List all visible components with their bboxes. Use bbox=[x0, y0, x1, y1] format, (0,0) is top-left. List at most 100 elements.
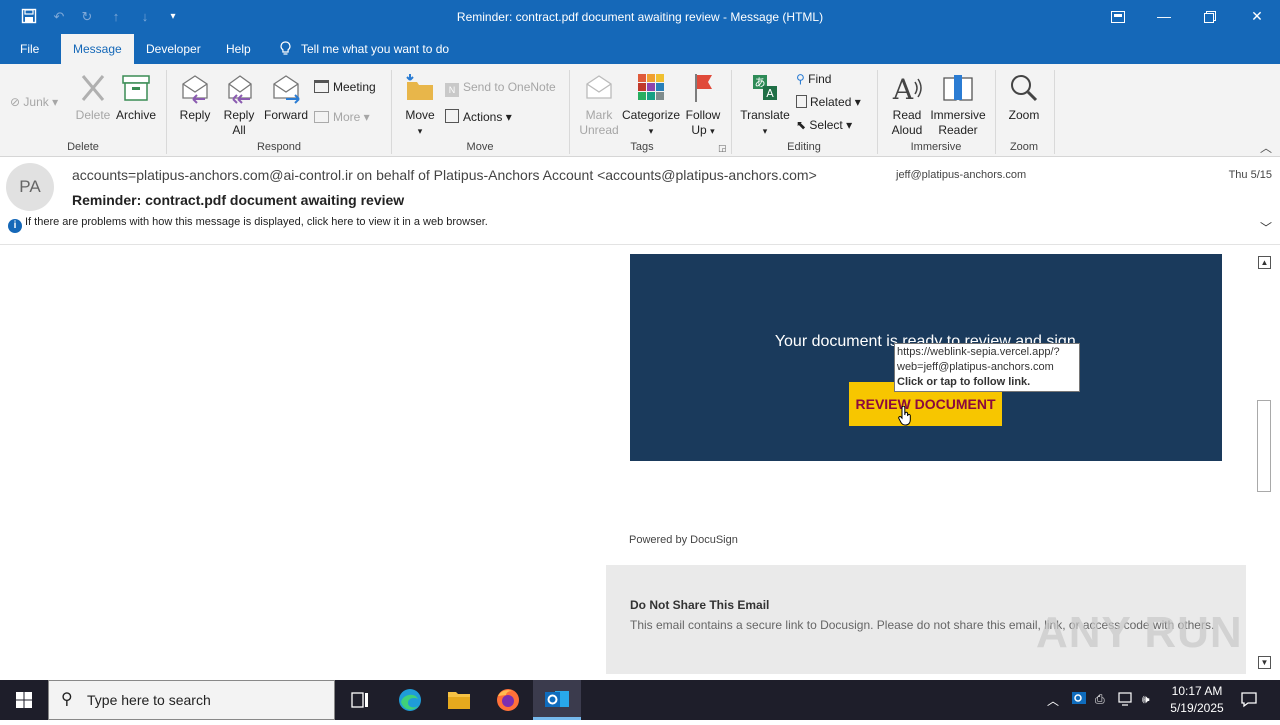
meeting-button[interactable]: Meeting bbox=[314, 79, 376, 95]
search-icon: ⚲ bbox=[61, 691, 73, 708]
tell-me-label: Tell me what you want to do bbox=[301, 42, 450, 56]
junk-button[interactable]: ⊘ Junk ▾ bbox=[10, 94, 58, 110]
zoom-label: Zoom bbox=[1008, 108, 1040, 122]
ribbon-display-options-icon[interactable] bbox=[1095, 0, 1141, 34]
separator bbox=[166, 70, 167, 154]
tags-dialog-launcher-icon[interactable]: ◲ bbox=[718, 140, 727, 156]
categorize-label: Categorize bbox=[622, 108, 681, 122]
mark-unread-label-1: Mark bbox=[585, 108, 613, 122]
read-aloud-label-1: Read bbox=[892, 108, 922, 122]
expand-header-icon[interactable]: ﹀ bbox=[1260, 219, 1272, 236]
tab-message[interactable]: Message bbox=[61, 34, 134, 64]
tooltip-hint: Click or tap to follow link. bbox=[897, 376, 1031, 388]
show-hidden-icons[interactable]: ︿ bbox=[1047, 692, 1059, 709]
immersive-reader-button[interactable]: Immersive Reader bbox=[928, 72, 988, 138]
info-bar-text: If there are problems with how this mess… bbox=[25, 216, 488, 228]
categorize-icon bbox=[638, 74, 664, 100]
archive-button[interactable]: Archive bbox=[114, 72, 158, 123]
immersive-reader-label-2: Reader bbox=[938, 123, 978, 137]
delete-group-label: Delete bbox=[67, 141, 99, 153]
file-explorer-icon[interactable] bbox=[435, 680, 483, 720]
related-button[interactable]: Related ▾ bbox=[796, 94, 861, 110]
separator bbox=[569, 70, 570, 154]
select-label: Select bbox=[809, 118, 843, 132]
categorize-button[interactable]: Categorize ▾ bbox=[622, 72, 680, 139]
zoom-icon bbox=[1011, 75, 1038, 102]
ribbon-tabs: File Message Developer Help Tell me what… bbox=[0, 34, 1280, 64]
forward-label: Forward bbox=[263, 108, 308, 122]
separator bbox=[995, 70, 996, 154]
junk-icon: ⊘ bbox=[10, 95, 21, 109]
reply-all-button[interactable]: Reply All bbox=[219, 72, 259, 138]
avatar[interactable]: PA bbox=[6, 163, 54, 211]
editing-group-label: Editing bbox=[787, 141, 821, 153]
scrollbar-thumb[interactable] bbox=[1257, 400, 1271, 492]
read-aloud-label-2: Aloud bbox=[891, 123, 923, 137]
select-button[interactable]: ⬉ Select ▾ bbox=[796, 117, 852, 133]
reply-icon bbox=[182, 75, 208, 104]
immersive-reader-icon bbox=[943, 75, 973, 101]
outlook-tray-icon[interactable] bbox=[1071, 690, 1087, 709]
more-respond-button[interactable]: More ▾ bbox=[314, 109, 370, 125]
info-icon: i bbox=[8, 219, 22, 233]
info-bar[interactable]: i If there are problems with how this mes… bbox=[8, 216, 488, 233]
scroll-up-icon[interactable]: ▲ bbox=[1258, 256, 1271, 269]
clock[interactable]: 10:17 AM 5/19/2025 bbox=[1160, 683, 1234, 717]
task-view-icon[interactable] bbox=[336, 680, 384, 720]
close-button[interactable]: ✕ bbox=[1234, 0, 1280, 34]
clock-date: 5/19/2025 bbox=[1170, 701, 1224, 715]
notifications-icon[interactable] bbox=[1240, 690, 1258, 711]
collapse-ribbon-icon[interactable]: ︿ bbox=[1260, 140, 1272, 156]
reply-all-icon bbox=[228, 75, 252, 104]
recipient[interactable]: jeff@platipus-anchors.com bbox=[896, 169, 1026, 181]
separator bbox=[391, 70, 392, 154]
tab-developer[interactable]: Developer bbox=[134, 34, 213, 64]
device-icon[interactable]: ⎙ bbox=[1095, 692, 1105, 707]
restore-button[interactable] bbox=[1187, 0, 1233, 34]
svg-text:A: A bbox=[892, 73, 914, 104]
volume-icon[interactable]: 🕪 bbox=[1142, 692, 1150, 707]
follow-up-button[interactable]: Follow Up ▾ bbox=[684, 72, 722, 139]
related-icon bbox=[796, 95, 807, 108]
start-button[interactable] bbox=[0, 680, 48, 720]
reply-button[interactable]: Reply bbox=[176, 72, 214, 123]
network-icon[interactable] bbox=[1118, 692, 1134, 709]
edge-icon[interactable] bbox=[386, 680, 434, 720]
actions-button[interactable]: Actions ▾ bbox=[445, 109, 512, 125]
find-button[interactable]: ⚲ Find bbox=[796, 71, 831, 87]
taskbar-search[interactable]: ⚲ Type here to search bbox=[48, 680, 335, 720]
delete-button[interactable]: Delete bbox=[74, 72, 112, 123]
minimize-button[interactable]: — bbox=[1141, 0, 1187, 34]
immersive-reader-label-1: Immersive bbox=[930, 108, 986, 122]
scroll-down-icon[interactable]: ▼ bbox=[1258, 656, 1271, 669]
do-not-share-heading: Do Not Share This Email bbox=[630, 598, 770, 612]
read-aloud-button[interactable]: A Read Aloud bbox=[886, 72, 928, 138]
outlook-icon[interactable] bbox=[533, 680, 581, 720]
reply-label: Reply bbox=[179, 108, 211, 122]
more-icon bbox=[314, 111, 329, 123]
mark-unread-button[interactable]: Mark Unread bbox=[578, 72, 620, 138]
translate-button[interactable]: あA Translate ▾ bbox=[739, 72, 791, 139]
svg-text:A: A bbox=[766, 87, 774, 100]
title-bar: ↶ ↻ ↑ ↓ ▾ Reminder: contract.pdf documen… bbox=[0, 0, 1280, 34]
separator bbox=[731, 70, 732, 154]
send-to-onenote-label: Send to OneNote bbox=[463, 80, 556, 94]
mark-unread-label-2: Unread bbox=[579, 123, 619, 137]
firefox-icon[interactable] bbox=[484, 680, 532, 720]
tab-help[interactable]: Help bbox=[214, 34, 263, 64]
tell-me-search[interactable]: Tell me what you want to do bbox=[268, 34, 461, 64]
translate-icon: あA bbox=[753, 75, 777, 100]
archive-icon bbox=[122, 75, 150, 101]
delete-icon bbox=[81, 75, 105, 101]
sender[interactable]: accounts=platipus-anchors.com@ai-control… bbox=[72, 167, 817, 183]
junk-label: Junk bbox=[23, 95, 49, 109]
tab-file[interactable]: File bbox=[8, 34, 51, 64]
zoom-button[interactable]: Zoom bbox=[1004, 72, 1044, 123]
forward-button[interactable]: Forward bbox=[263, 72, 309, 123]
tags-group-label: Tags bbox=[630, 141, 654, 153]
move-button[interactable]: Move ▾ bbox=[401, 72, 439, 139]
reply-all-label-2: All bbox=[232, 123, 246, 137]
folder-move-icon bbox=[406, 74, 433, 100]
vertical-scrollbar[interactable]: ▲ ▼ bbox=[1256, 254, 1273, 672]
send-to-onenote-button[interactable]: N Send to OneNote bbox=[445, 79, 556, 97]
